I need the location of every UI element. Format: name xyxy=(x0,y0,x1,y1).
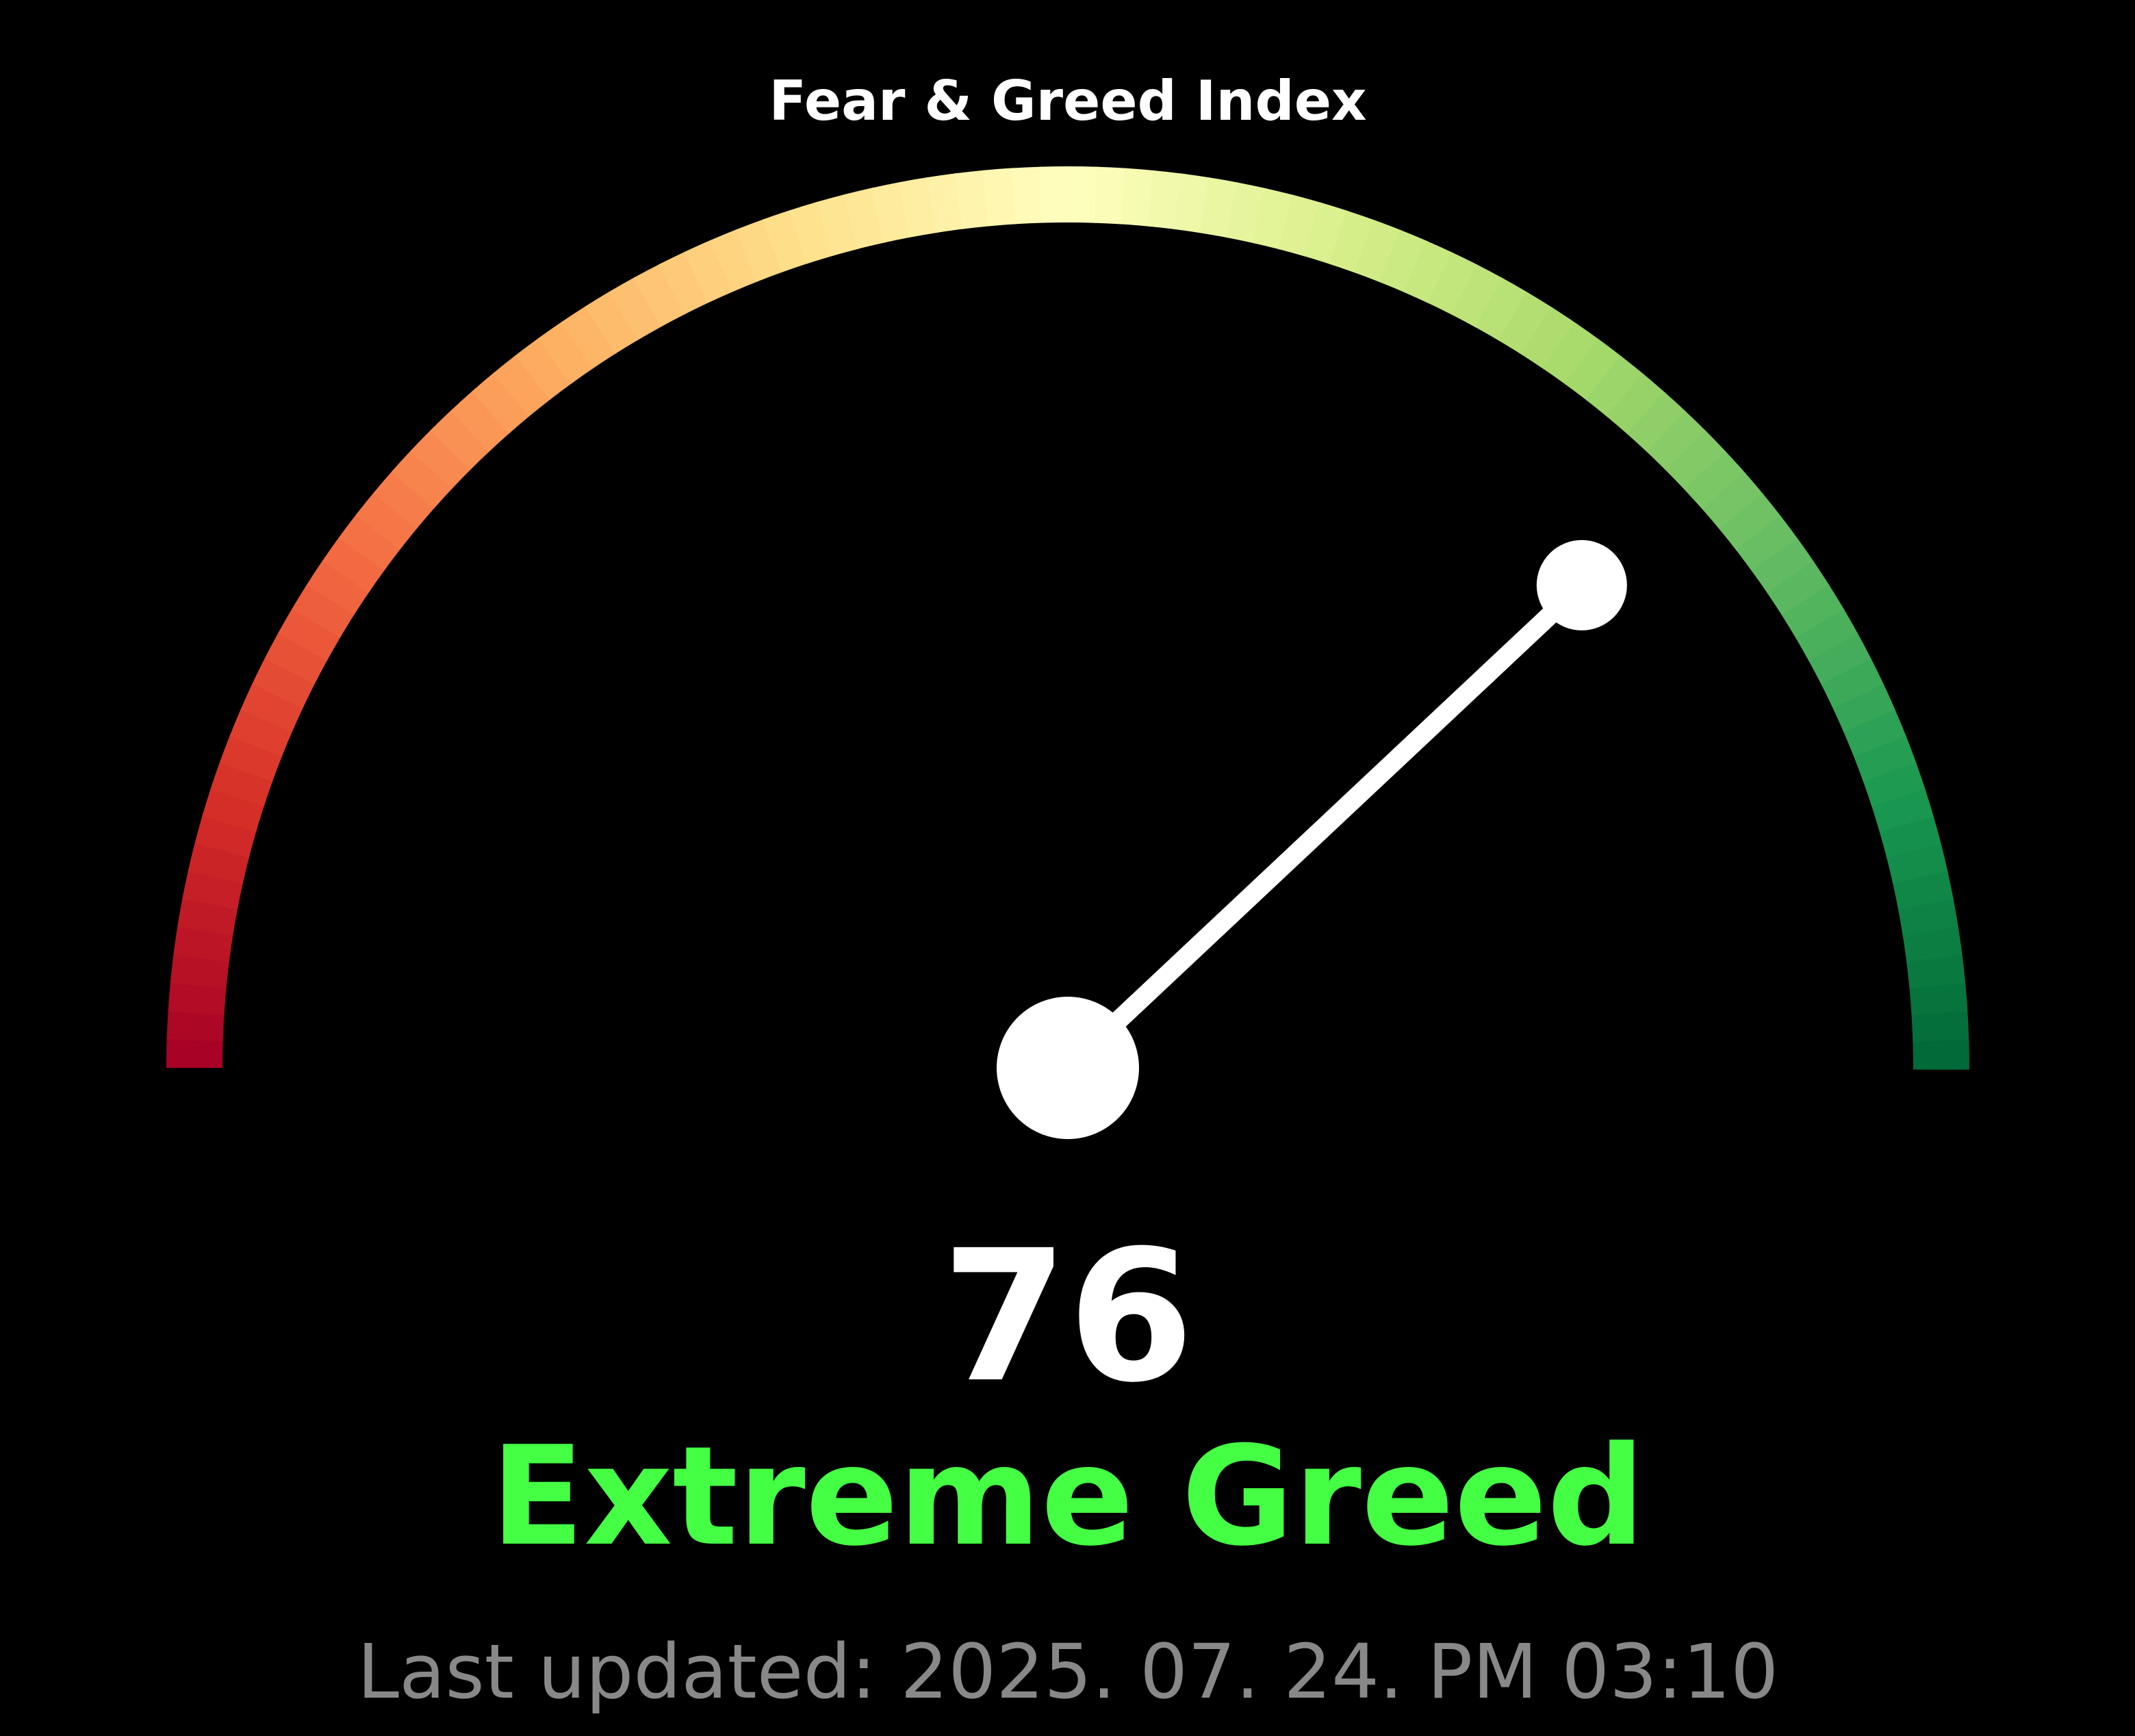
needle-tip xyxy=(1536,539,1627,630)
last-updated: Last updated: 2025. 07. 24. PM 03:10 xyxy=(357,1628,1778,1715)
needle-hub xyxy=(997,997,1139,1139)
sentiment-label: Extreme Greed xyxy=(491,1417,1645,1577)
gauge-needle xyxy=(997,539,1627,1139)
gauge-svg: Fear & Greed Index 76 Extreme Greed Last… xyxy=(166,69,1969,1715)
arc-segment xyxy=(1068,166,1099,223)
arc-segment xyxy=(983,168,1017,227)
arc-segment xyxy=(1909,983,1968,1017)
needle-line xyxy=(1061,578,1589,1075)
chart-title: Fear & Greed Index xyxy=(769,69,1366,133)
arc-segment xyxy=(166,1037,223,1068)
arc-segment xyxy=(1039,166,1070,223)
gauge-value: 76 xyxy=(942,1212,1194,1422)
arc-segment xyxy=(1011,166,1043,225)
gauge-chart: Fear & Greed Index 76 Extreme Greed Last… xyxy=(0,0,2135,1736)
gauge-arc xyxy=(166,166,1969,1070)
arc-segment xyxy=(1911,1011,1969,1043)
arc-segment xyxy=(1913,1039,1969,1070)
